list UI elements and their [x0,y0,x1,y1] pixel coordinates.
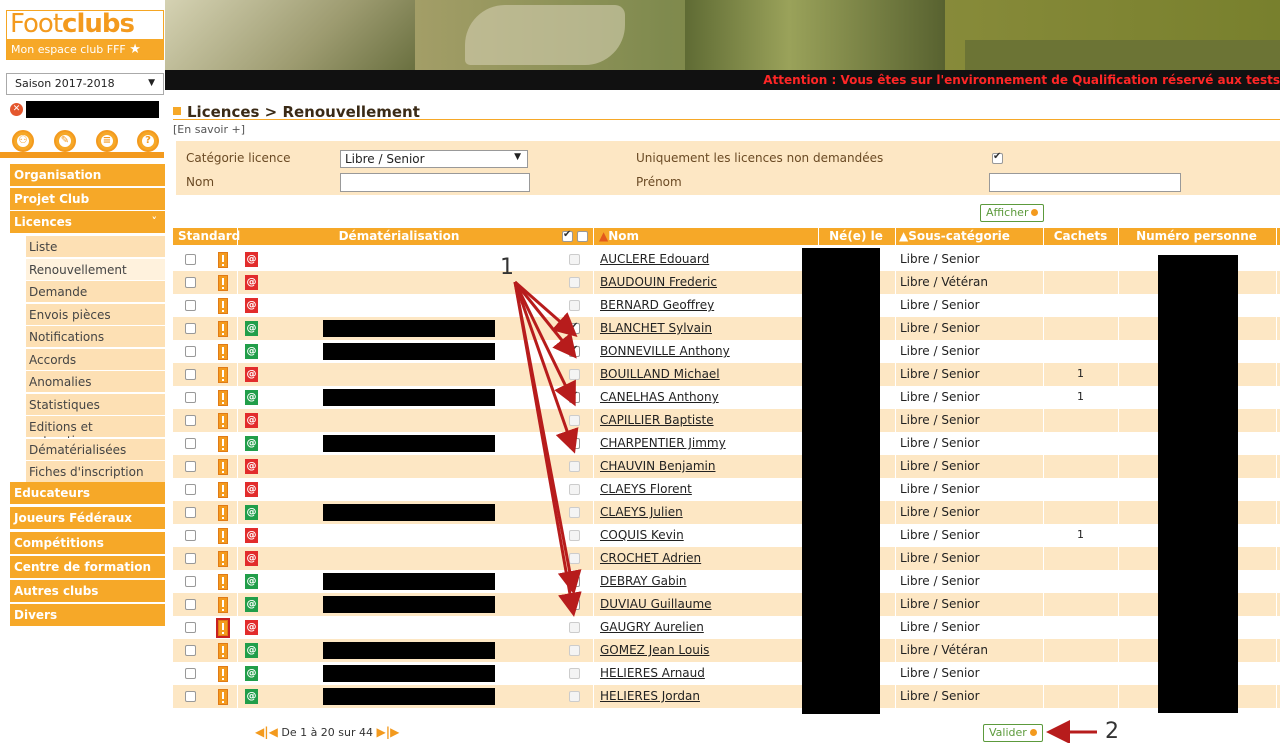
arrow-line [513,281,582,617]
annotation-arrows [513,280,1097,743]
